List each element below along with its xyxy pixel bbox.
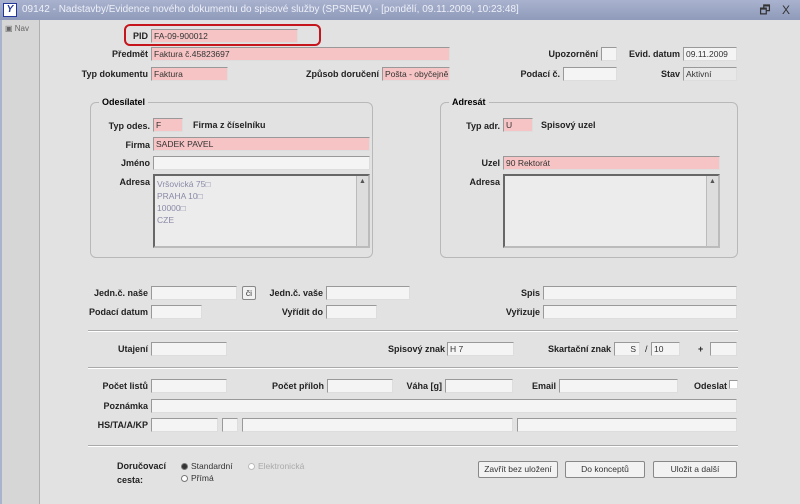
jedn-vase-label: Jedn.č. vaše [269,288,323,298]
pid-label: PID [132,31,148,41]
recipient-adresa-field[interactable]: ▲ [503,174,720,248]
radio-elektronicka: Elektronická [248,461,304,471]
kp-field[interactable] [517,418,737,432]
spis-label: Spis [520,288,540,298]
upozorneni-label: Upozornění [548,49,599,59]
predmet-field[interactable]: Faktura č.45823697 [151,47,450,61]
zpusob-doruceni-field[interactable]: Pošta - obyčejně [382,67,450,81]
skartacni-znak-label: Skartační znak [547,344,611,354]
uzel-field[interactable]: 90 Rektorát [503,156,720,170]
typ-dokumentu-field[interactable]: Faktura [151,67,228,81]
podaci-datum-label: Podací datum [88,307,148,317]
close-without-save-button[interactable]: Zavřít bez uložení [478,461,558,478]
podaci-c-field[interactable] [563,67,617,81]
firma-label: Firma [125,140,150,150]
vyrizuje-field[interactable] [543,305,737,319]
utajeni-field[interactable] [151,342,227,356]
window-title: 09142 - Nadstavby/Evidence nového dokume… [22,4,519,15]
vaha-field[interactable] [445,379,513,393]
a-field[interactable] [242,418,513,432]
upozorneni-field[interactable] [601,47,617,61]
jmeno-label: Jméno [120,158,150,168]
email-field[interactable] [559,379,678,393]
spisovy-znak-label: Spisový znak [387,344,445,354]
utajeni-label: Utajení [117,344,148,354]
odeslat-label: Odeslat [693,381,727,391]
podaci-c-label: Podací č. [520,69,560,79]
email-label: Email [531,381,556,391]
poznamka-field[interactable] [151,399,737,413]
typ-odes-desc: Firma z číselníku [193,120,266,130]
typ-odes-field[interactable]: F [153,118,183,132]
divider [88,367,738,369]
predmet-label: Předmět [111,49,148,59]
stav-label: Stav [660,69,680,79]
delivery-label: Doručovací cesta: [117,461,167,485]
nav-button[interactable]: ▣ Nav [5,24,29,33]
sidebar: ▣ Nav [0,20,40,504]
odeslat-checkbox[interactable] [729,380,738,389]
vyridit-do-field[interactable] [326,305,377,319]
scrollbar[interactable]: ▲ [356,176,368,246]
recipient-legend: Adresát [449,97,489,107]
spis-field[interactable] [543,286,737,300]
divider [88,330,738,332]
recipient-adresa-label: Adresa [469,177,500,187]
podaci-datum-field[interactable] [151,305,202,319]
evid-datum-field[interactable]: 09.11.2009 [683,47,737,61]
poznamka-label: Poznámka [103,401,148,411]
evid-datum-label: Evid. datum [628,49,680,59]
window-controls[interactable]: 🗗 X [759,0,794,20]
sender-legend: Odesílatel [99,97,149,107]
divider [88,445,738,447]
jedn-nase-field[interactable] [151,286,237,300]
vaha-label: Váha [g] [406,381,442,391]
pid-field[interactable]: FA-09-900012 [151,29,298,43]
pocet-priloh-field[interactable] [327,379,393,393]
vyrizuje-label: Vyřizuje [505,307,540,317]
save-next-button[interactable]: Uložit a další [653,461,737,478]
pocet-listu-field[interactable] [151,379,227,393]
typ-adr-field[interactable]: U [503,118,533,132]
stav-field: Aktivní [683,67,737,81]
typ-adr-desc: Spisový uzel [541,120,596,130]
typ-dokumentu-label: Typ dokumentu [81,69,148,79]
radio-prima[interactable]: Přímá [181,473,214,483]
pocet-priloh-label: Počet příloh [271,381,324,391]
title-bar: Y 09142 - Nadstavby/Evidence nového doku… [0,0,800,20]
hs-field[interactable] [151,418,218,432]
zpusob-doruceni-label: Způsob doručení [306,69,379,79]
typ-adr-label: Typ adr. [466,121,500,131]
ci-button[interactable]: či [242,286,256,300]
typ-odes-label: Typ odes. [108,121,150,131]
save-draft-button[interactable]: Do konceptů [565,461,645,478]
firma-field[interactable]: SADEK PAVEL [153,137,370,151]
plus-text: + [698,344,704,354]
radio-standardni[interactable]: Standardní [181,461,233,471]
skartacni-znak-field[interactable]: S [614,342,640,356]
hs-label: HS/TA/A/KP [97,420,148,430]
sender-adresa-field[interactable]: Vršovická 75□ PRAHA 10□ 10000□ CZE ▲ [153,174,370,248]
jedn-nase-label: Jedn.č. naše [93,288,148,298]
uzel-label: Uzel [481,158,500,168]
jedn-vase-field[interactable] [326,286,410,300]
sender-adresa-label: Adresa [119,177,150,187]
scrollbar[interactable]: ▲ [706,176,718,246]
spisovy-znak-field[interactable]: H 7 [447,342,514,356]
ta-field[interactable] [222,418,238,432]
skartacni-lhuta-field[interactable]: 10 [651,342,680,356]
pocet-listu-label: Počet listů [102,381,148,391]
skartacni-extra-field[interactable] [710,342,737,356]
vyridit-do-label: Vyřídit do [281,307,323,317]
jmeno-field[interactable] [153,156,370,170]
slash-text: / [645,344,648,354]
app-icon: Y [3,3,17,17]
